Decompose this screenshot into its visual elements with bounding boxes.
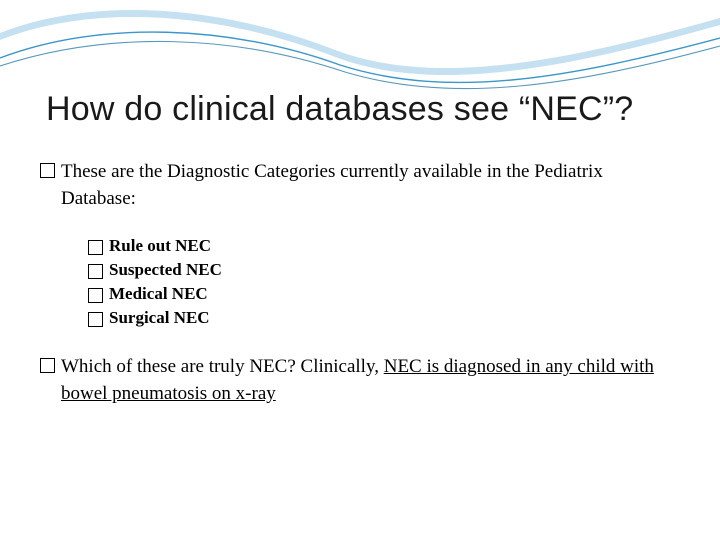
list-item: Medical NEC <box>88 284 680 304</box>
list-item: Rule out NEC <box>88 236 680 256</box>
intro-bullet: These are the Diagnostic Categories curr… <box>40 159 680 212</box>
slide-title: How do clinical databases see “NEC”? <box>46 90 680 129</box>
square-bullet-icon <box>88 264 103 279</box>
closing-bullet: Which of these are truly NEC? Clinically… <box>40 354 680 407</box>
category-label: Surgical NEC <box>109 308 210 328</box>
category-label: Rule out NEC <box>109 236 211 256</box>
slide-content: How do clinical databases see “NEC”? The… <box>40 90 680 407</box>
square-bullet-icon <box>88 312 103 327</box>
closing-text: Which of these are truly NEC? Clinically… <box>61 354 680 407</box>
square-bullet-icon <box>40 163 55 178</box>
square-bullet-icon <box>88 240 103 255</box>
list-item: Surgical NEC <box>88 308 680 328</box>
intro-text: These are the Diagnostic Categories curr… <box>61 159 680 212</box>
square-bullet-icon <box>40 358 55 373</box>
category-label: Medical NEC <box>109 284 208 304</box>
list-item: Suspected NEC <box>88 260 680 280</box>
square-bullet-icon <box>88 288 103 303</box>
category-label: Suspected NEC <box>109 260 222 280</box>
category-list: Rule out NEC Suspected NEC Medical NEC S… <box>40 236 680 328</box>
closing-lead: Which of these are truly NEC? Clinically… <box>61 356 384 377</box>
